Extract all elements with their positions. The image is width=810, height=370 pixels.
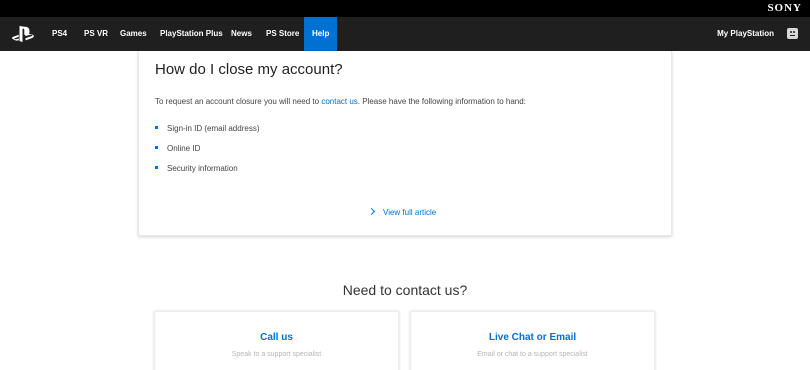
bullet-security-information: Security information (155, 164, 238, 173)
view-full-article-label: View full article (383, 208, 437, 217)
contact-heading: Need to contact us? (342, 282, 468, 298)
intro-text-before: To request an account closure you will n… (155, 97, 322, 106)
nav-item-news[interactable]: News (223, 17, 260, 51)
view-full-article-link[interactable]: View full article (367, 207, 437, 217)
bullet-online-id: Online ID (155, 144, 200, 153)
sony-top-bar: SONY (0, 0, 810, 17)
nav-item-games[interactable]: Games (112, 17, 155, 51)
main-nav: PS4 PS VR Games PlayStation Plus News PS… (0, 17, 810, 51)
my-playstation-link[interactable]: My PlayStation (717, 17, 774, 51)
call-us-subtitle: Speak to a support specialist (231, 351, 322, 358)
chevron-right-icon (367, 207, 376, 216)
nav-item-ps-vr[interactable]: PS VR (76, 17, 116, 51)
bullet-sign-in-id: Sign-in ID (email address) (155, 124, 259, 133)
call-us-card[interactable]: Call us Speak to a support specialist (154, 311, 399, 370)
article-title: How do I close my account? (155, 61, 343, 78)
contact-us-link[interactable]: contact us (321, 97, 357, 106)
live-chat-email-title: Live Chat or Email (488, 332, 577, 343)
call-us-title: Call us (260, 332, 293, 343)
avatar-icon[interactable] (787, 28, 798, 39)
intro-text-after: . Please have the following information … (357, 97, 526, 106)
sony-logo[interactable]: SONY (767, 2, 802, 14)
avatar-mouth (790, 35, 795, 36)
nav-item-ps-store[interactable]: PS Store (258, 17, 307, 51)
article-card: How do I close my account? To request an… (138, 51, 672, 236)
article-intro: To request an account closure you will n… (155, 97, 526, 106)
nav-item-ps4[interactable]: PS4 (44, 17, 75, 51)
playstation-logo-icon[interactable] (11, 25, 35, 43)
live-chat-email-card[interactable]: Live Chat or Email Email or chat to a su… (410, 311, 655, 370)
live-chat-email-subtitle: Email or chat to a support specialist (477, 351, 588, 358)
nav-item-playstation-plus[interactable]: PlayStation Plus (152, 17, 231, 51)
nav-item-help[interactable]: Help (304, 17, 338, 51)
